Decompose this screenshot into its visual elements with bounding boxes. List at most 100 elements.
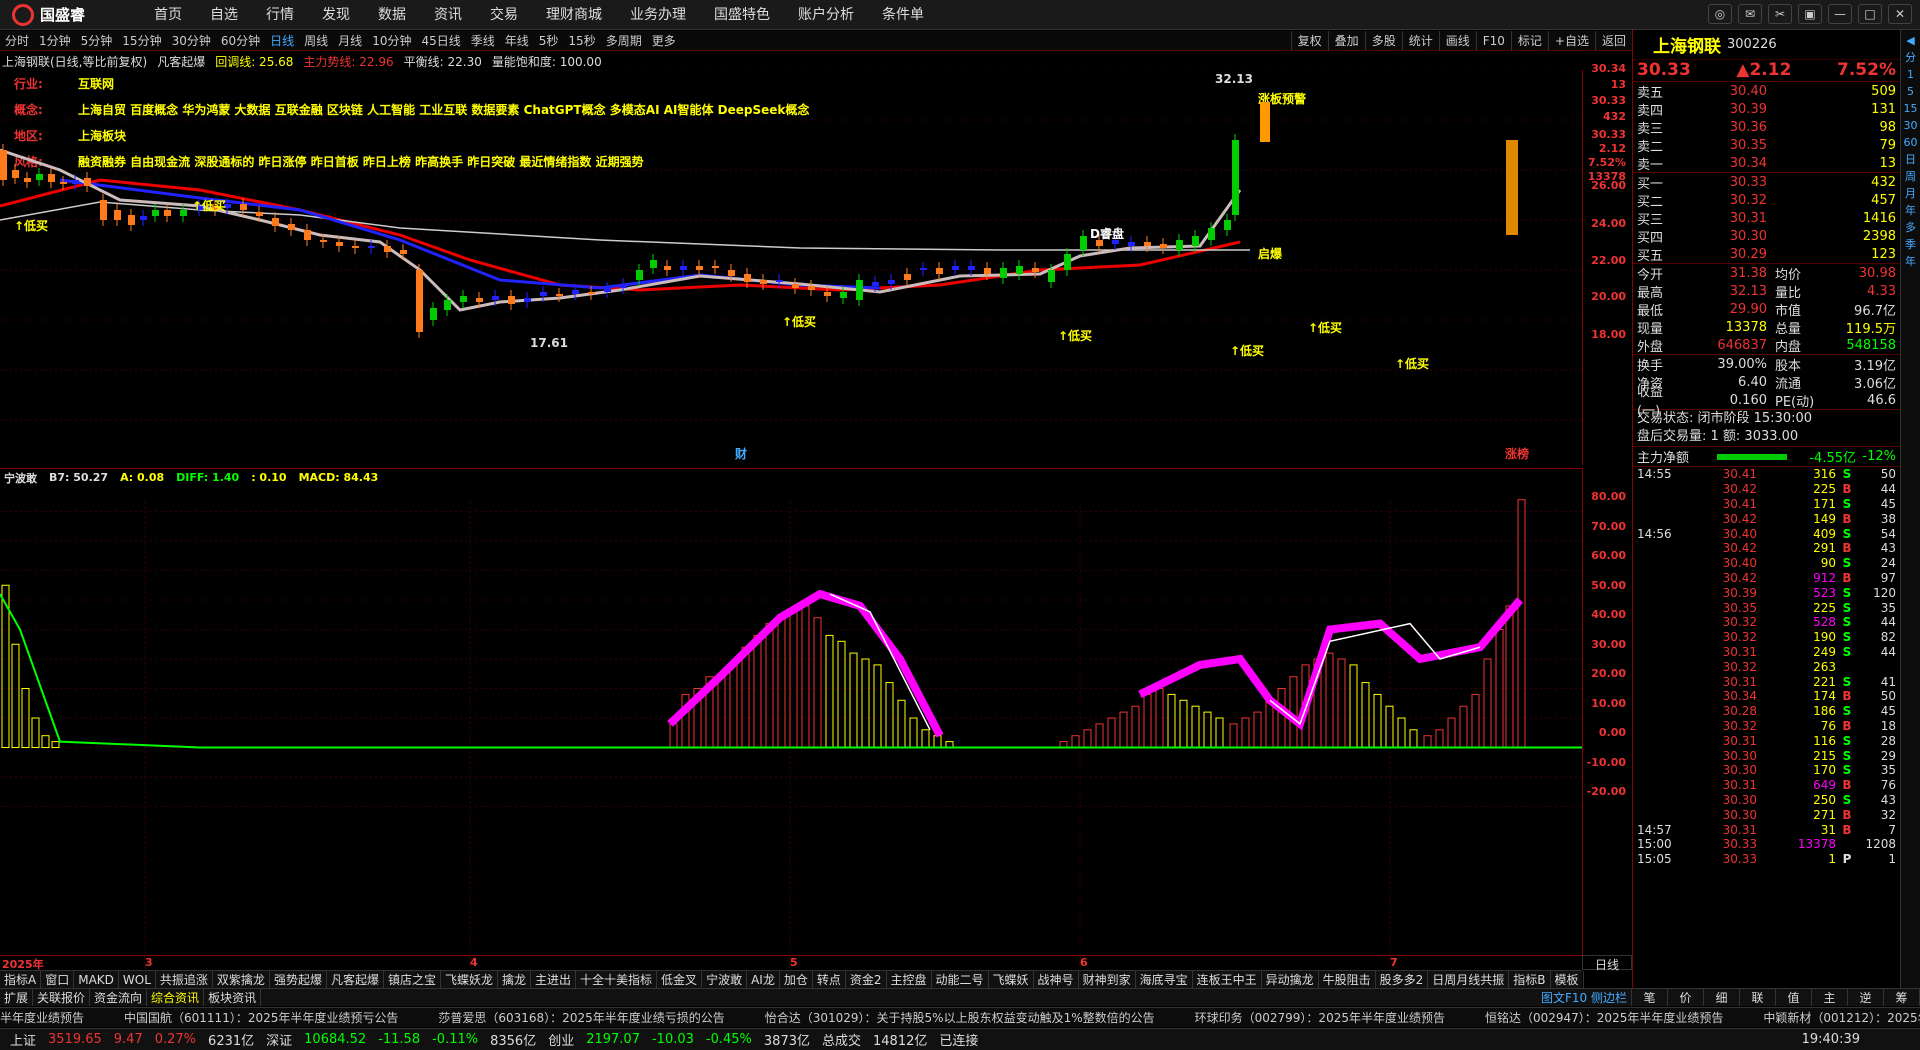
sidebar-period-button[interactable]: 15 xyxy=(1904,102,1918,115)
sidebar-period-button[interactable]: 日 xyxy=(1905,153,1916,166)
news-item[interactable]: 中国国航（601111）：2025年半年度业绩预亏公告 xyxy=(124,1011,398,1025)
news-item[interactable]: 半年度业绩预告 xyxy=(0,1011,84,1025)
info-tab[interactable]: 综合资讯 xyxy=(147,989,205,1006)
period-tab[interactable]: 15分钟 xyxy=(117,31,166,51)
indicator-tab[interactable]: 加仓 xyxy=(780,971,813,988)
indicator-tab[interactable]: 模板 xyxy=(1551,971,1584,988)
news-item[interactable]: 怡合达（301029）：关于持股5%以上股东权益变动触及1%整数倍的公告 xyxy=(765,1011,1155,1025)
macd-chart[interactable] xyxy=(0,486,1582,986)
indicator-tab[interactable]: 海底寻宝 xyxy=(1136,971,1193,988)
f10-sidebar-tab[interactable]: 图文F10 侧边栏 xyxy=(1537,989,1632,1006)
nav-item[interactable]: 业务办理 xyxy=(616,0,700,30)
indicator-tab[interactable]: 连板王中王 xyxy=(1193,971,1262,988)
minimize-button[interactable]: — xyxy=(1828,4,1852,24)
sidebar-period-button[interactable]: 年 xyxy=(1905,204,1916,217)
period-tab[interactable]: 5分钟 xyxy=(76,31,118,51)
info-tab[interactable]: 板块资讯 xyxy=(204,989,262,1006)
period-tab[interactable]: 30分钟 xyxy=(167,31,216,51)
indicator-tab[interactable]: 资金2 xyxy=(846,971,887,988)
period-tab[interactable]: 1分钟 xyxy=(34,31,76,51)
period-tab[interactable]: 年线 xyxy=(500,31,534,51)
chart-tool-button[interactable]: 返回 xyxy=(1594,31,1632,51)
maximize-button[interactable]: □ xyxy=(1858,4,1882,24)
ask-row[interactable]: 卖五 30.40 509 xyxy=(1633,82,1900,101)
cy-index-name[interactable]: 创业 xyxy=(548,1030,574,1049)
chart-tool-button[interactable]: 标记 xyxy=(1510,31,1548,51)
news-ticker[interactable]: 半年度业绩预告 中国国航（601111）：2025年半年度业绩预亏公告 莎普爱思（6… xyxy=(0,1007,1920,1027)
sidebar-period-button[interactable]: 30 xyxy=(1904,119,1918,132)
skin-icon[interactable]: ▣ xyxy=(1798,4,1822,24)
nav-item[interactable]: 账户分析 xyxy=(784,0,868,30)
sidebar-period-button[interactable]: 1 xyxy=(1907,68,1914,81)
nav-item[interactable]: 数据 xyxy=(364,0,420,30)
sh-index-name[interactable]: 上证 xyxy=(10,1030,36,1049)
indicator-tab[interactable]: MAKD xyxy=(74,971,119,988)
nav-item[interactable]: 自选 xyxy=(196,0,252,30)
chart-tool-button[interactable]: 复权 xyxy=(1290,31,1328,51)
ask-row[interactable]: 卖二 30.35 79 xyxy=(1633,136,1900,155)
indicator-tab[interactable]: 强势起爆 xyxy=(270,971,327,988)
quote-tab[interactable]: 笔 xyxy=(1632,989,1668,1006)
sidebar-period-button[interactable]: 分 xyxy=(1905,51,1916,64)
indicator-tab[interactable]: 飞蝶妖龙 xyxy=(441,971,498,988)
indicator-tab[interactable]: 战神号 xyxy=(1034,971,1079,988)
chart-tool-button[interactable]: 多股 xyxy=(1364,31,1402,51)
quote-tab[interactable]: 价 xyxy=(1668,989,1704,1006)
indicator-tab[interactable]: 飞蝶妖 xyxy=(989,971,1034,988)
indicator-tab[interactable]: AI龙 xyxy=(747,971,780,988)
period-tab[interactable]: 季线 xyxy=(466,31,500,51)
ask-row[interactable]: 卖一 30.34 13 xyxy=(1633,154,1900,173)
nav-item[interactable]: 发现 xyxy=(308,0,364,30)
nav-item[interactable]: 行情 xyxy=(252,0,308,30)
period-tab[interactable]: 5秒 xyxy=(534,31,564,51)
indicator-tab[interactable]: 双紫擒龙 xyxy=(213,971,270,988)
ask-row[interactable]: 卖四 30.39 131 xyxy=(1633,100,1900,119)
tools-icon[interactable]: ✂ xyxy=(1768,4,1792,24)
news-item[interactable]: 恒铭达（002947）：2025年半年度业绩预告 xyxy=(1485,1011,1723,1025)
indicator-tab[interactable]: 低金叉 xyxy=(657,971,703,988)
candlestick-chart[interactable]: 32.1317.61涨板预警D睿盘启爆财 涨榜↑低买↑低买↑低买↑低买↑低买↑低买… xyxy=(0,70,1582,465)
indicator-tab[interactable]: 日周月线共振 xyxy=(1428,971,1510,988)
message-icon[interactable]: ✉ xyxy=(1738,4,1762,24)
indicator-tab[interactable]: 财神到家 xyxy=(1079,971,1136,988)
news-item[interactable]: 莎普爱思（603168）：2025年半年度业绩亏损的公告 xyxy=(438,1011,724,1025)
bid-row[interactable]: 买三 30.31 1416 xyxy=(1633,209,1900,228)
chat-icon[interactable]: ◎ xyxy=(1708,4,1732,24)
tick-list[interactable]: 14:55 30.41 316 S 50 30.42 225 B 44 30.41 171 S 45 30… xyxy=(1633,466,1900,867)
sz-index-name[interactable]: 深证 xyxy=(266,1030,292,1049)
bid-row[interactable]: 买一 30.33 432 xyxy=(1633,173,1900,192)
news-item[interactable]: 中颖新材（001212）：2025年半 xyxy=(1763,1011,1920,1025)
ask-row[interactable]: 卖三 30.36 98 xyxy=(1633,118,1900,137)
indicator-tab[interactable]: 指标A xyxy=(0,971,42,988)
indicator-tab[interactable]: 主控盘 xyxy=(887,971,932,988)
bid-row[interactable]: 买五 30.29 123 xyxy=(1633,245,1900,264)
indicator-tab[interactable]: 窗口 xyxy=(41,971,75,988)
nav-item[interactable]: 国盛特色 xyxy=(700,0,784,30)
indicator-tab[interactable]: 牛股阻击 xyxy=(1319,971,1376,988)
nav-item[interactable]: 理财商城 xyxy=(532,0,616,30)
quote-tab[interactable]: 值 xyxy=(1776,989,1812,1006)
indicator-tab[interactable]: 异动擒龙 xyxy=(1262,971,1319,988)
sidebar-period-button[interactable]: 年 xyxy=(1905,255,1916,268)
sidebar-period-button[interactable]: 月 xyxy=(1905,187,1916,200)
indicator-tab[interactable]: WOL xyxy=(119,971,156,988)
period-tab[interactable]: 分时 xyxy=(0,31,34,51)
indicator-tab[interactable]: 动能二号 xyxy=(932,971,989,988)
news-item[interactable]: 环球印务（002799）：2025年半年度业绩预告 xyxy=(1195,1011,1445,1025)
period-tab[interactable]: 60分钟 xyxy=(216,31,265,51)
quote-tab[interactable]: 主 xyxy=(1812,989,1848,1006)
sidebar-period-button[interactable]: ◀ xyxy=(1906,34,1914,47)
quote-tab[interactable]: 筹 xyxy=(1884,989,1920,1006)
bid-row[interactable]: 买四 30.30 2398 xyxy=(1633,227,1900,246)
nav-item[interactable]: 条件单 xyxy=(868,0,938,30)
indicator-tab[interactable]: 指标B xyxy=(1509,971,1551,988)
chart-tool-button[interactable]: 统计 xyxy=(1401,31,1439,51)
close-button[interactable]: ✕ xyxy=(1888,4,1912,24)
sidebar-period-button[interactable]: 周 xyxy=(1905,170,1916,183)
period-tab[interactable]: 15秒 xyxy=(563,31,600,51)
bid-row[interactable]: 买二 30.32 457 xyxy=(1633,191,1900,210)
period-tab[interactable]: 多周期 xyxy=(601,31,647,51)
info-tab[interactable]: 关联报价 xyxy=(33,989,91,1006)
indicator-tab[interactable]: 宁波敢 xyxy=(702,971,748,988)
nav-item[interactable]: 交易 xyxy=(476,0,532,30)
